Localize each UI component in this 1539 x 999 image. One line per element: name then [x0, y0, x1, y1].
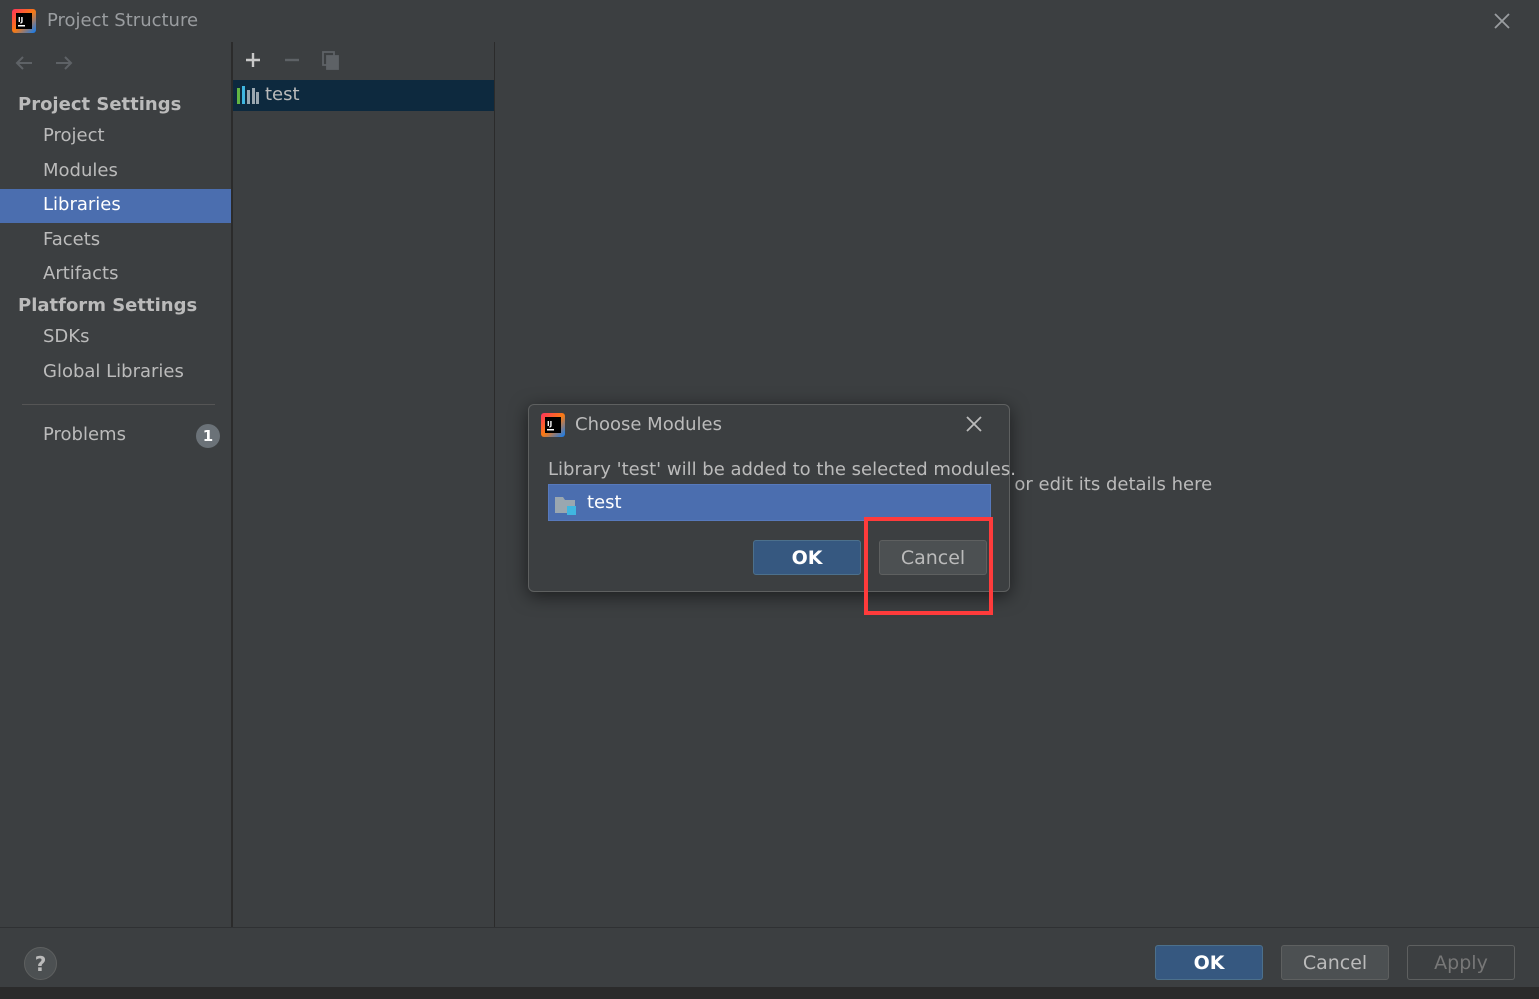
library-list-item-label: test — [265, 84, 300, 105]
sidebar-item-sdks[interactable]: SDKs — [0, 321, 231, 355]
sidebar-item-label: Artifacts — [43, 263, 119, 284]
sidebar-item-modules[interactable]: Modules — [0, 155, 231, 189]
svg-text:IJ: IJ — [547, 420, 552, 428]
section-platform-settings: Platform Settings — [18, 295, 198, 316]
apply-button[interactable]: Apply — [1407, 945, 1515, 980]
panel-divider — [494, 42, 495, 928]
help-button[interactable]: ? — [24, 947, 57, 980]
forward-arrow-icon[interactable] — [53, 52, 75, 74]
intellij-logo-icon: IJ — [541, 413, 565, 437]
details-hint-text: v or edit its details here — [998, 474, 1213, 495]
footer-divider — [0, 927, 1539, 928]
cancel-button[interactable]: Cancel — [1281, 945, 1389, 980]
sidebar-item-label: Modules — [43, 160, 118, 181]
sidebar-item-label: Problems — [43, 424, 126, 445]
copy-icon[interactable] — [320, 49, 342, 71]
sidebar-item-label: SDKs — [43, 326, 90, 347]
dialog-cancel-button[interactable]: Cancel — [879, 540, 987, 575]
remove-icon[interactable] — [281, 49, 303, 71]
sidebar-item-artifacts[interactable]: Artifacts — [0, 258, 231, 292]
ok-button[interactable]: OK — [1155, 945, 1263, 980]
library-icon — [237, 86, 259, 104]
svg-text:IJ: IJ — [18, 16, 23, 24]
sidebar-item-libraries[interactable]: Libraries — [0, 189, 231, 223]
title-bar — [0, 0, 1539, 42]
problems-count-badge: 1 — [196, 424, 220, 448]
dialog-ok-button[interactable]: OK — [753, 540, 861, 575]
window-title: Project Structure — [47, 10, 199, 31]
intellij-logo-icon: IJ — [12, 9, 36, 33]
add-icon[interactable] — [242, 49, 264, 71]
section-project-settings: Project Settings — [18, 94, 182, 115]
sidebar-item-label: Global Libraries — [43, 361, 184, 382]
sidebar-item-label: Project — [43, 125, 105, 146]
module-folder-icon — [555, 497, 576, 515]
dialog-message: Library 'test' will be added to the sele… — [548, 459, 1016, 480]
back-arrow-icon[interactable] — [13, 52, 35, 74]
dialog-close-icon[interactable] — [963, 413, 985, 435]
sidebar-item-label: Facets — [43, 229, 101, 250]
sidebar-separator — [22, 404, 215, 405]
bottom-strip — [0, 987, 1539, 999]
dialog-title: Choose Modules — [575, 414, 723, 435]
close-window-icon[interactable] — [1490, 9, 1514, 33]
sidebar-item-label: Libraries — [43, 194, 121, 215]
library-list-panel — [233, 42, 494, 928]
sidebar-item-facets[interactable]: Facets — [0, 224, 231, 258]
module-list-item-label: test — [587, 492, 622, 513]
sidebar-item-project[interactable]: Project — [0, 120, 231, 154]
sidebar-item-global-libraries[interactable]: Global Libraries — [0, 356, 231, 390]
